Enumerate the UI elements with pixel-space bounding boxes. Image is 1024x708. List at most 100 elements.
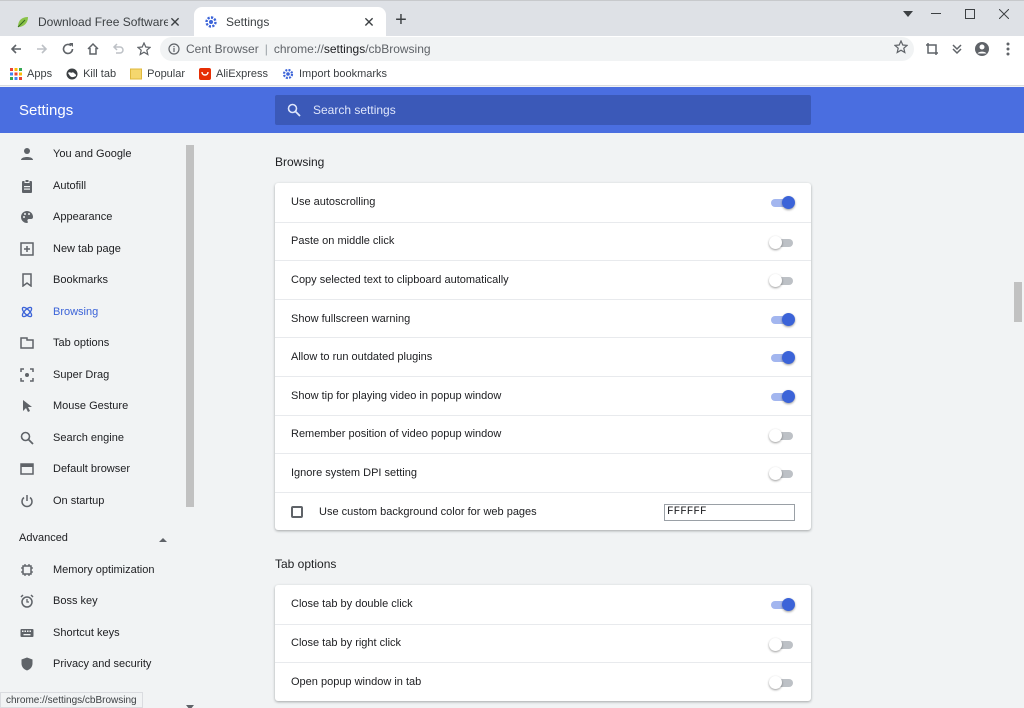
bookmark-label: Kill tab [83, 67, 117, 80]
sidebar-item-memory-optimization[interactable]: Memory optimization [0, 555, 184, 585]
use-autoscrolling-toggle[interactable] [771, 196, 795, 209]
setting-row[interactable]: Copy selected text to clipboard automati… [275, 260, 811, 299]
sidebar-scrollbar[interactable] [184, 133, 196, 708]
setting-row[interactable]: Open popup window in tab [275, 662, 811, 701]
setting-row[interactable]: Show fullscreen warning [275, 298, 811, 338]
globe-icon [66, 68, 78, 80]
setting-row[interactable]: Close tab by right click [275, 623, 811, 663]
back-icon[interactable] [6, 39, 26, 59]
setting-label: Show fullscreen warning [291, 312, 411, 325]
sidebar-item-tab-options[interactable]: Tab options [0, 328, 184, 358]
setting-label: Close tab by double click [291, 598, 413, 611]
fullscreen-warning-toggle[interactable] [771, 312, 795, 326]
sidebar-item-label: On startup [53, 495, 105, 507]
sidebar: You and Google Autofill Appearance New t… [0, 133, 184, 708]
sidebar-item-browsing[interactable]: Browsing [0, 297, 184, 327]
page-title: Settings [19, 102, 74, 119]
menu-icon[interactable] [998, 39, 1018, 59]
popup-in-tab-toggle[interactable] [769, 676, 795, 690]
search-input[interactable] [313, 103, 713, 117]
custom-bg-color-input[interactable] [664, 503, 795, 521]
sidebar-item-label: You and Google [53, 148, 132, 160]
sidebar-item-shortcut-keys[interactable]: Shortcut keys [0, 618, 184, 648]
sidebar-item-search-engine[interactable]: Search engine [0, 423, 184, 453]
sidebar-item-label: Bookmarks [53, 274, 109, 286]
crop-icon[interactable] [922, 39, 942, 59]
undo-close-tab-icon[interactable] [108, 39, 128, 59]
video-popup-tip-toggle[interactable] [771, 389, 795, 403]
sidebar-item-label: Search engine [53, 432, 124, 444]
sidebar-advanced-header[interactable]: Advanced [19, 532, 68, 544]
setting-row[interactable]: Remember position of video popup window [275, 414, 811, 454]
bookmark-aliexpress[interactable]: AliExpress [199, 67, 268, 80]
close-icon[interactable]: ✕ [362, 14, 376, 30]
tab-download-software[interactable]: Download Free Software for Win ✕ [6, 7, 192, 37]
setting-row[interactable]: Paste on middle click [275, 221, 811, 261]
new-tab-button[interactable]: + [392, 10, 410, 30]
star-icon[interactable] [134, 39, 154, 59]
tab-title: Download Free Software for Win [38, 15, 168, 29]
setting-row[interactable]: Close tab by double click [275, 585, 811, 624]
tab-search-icon[interactable] [898, 5, 918, 23]
sidebar-item-super-drag[interactable]: Super Drag [0, 360, 184, 390]
sidebar-item-on-startup[interactable]: On startup [0, 486, 184, 516]
bookmark-star-icon[interactable] [893, 39, 909, 57]
close-tab-right-click-toggle[interactable] [769, 637, 795, 651]
sidebar-item-appearance[interactable]: Appearance [0, 202, 184, 232]
ignore-dpi-toggle[interactable] [769, 467, 795, 481]
sidebar-item-mouse-gesture[interactable]: Mouse Gesture [0, 391, 184, 421]
close-tab-double-click-toggle[interactable] [771, 598, 795, 611]
reload-icon[interactable] [58, 39, 78, 59]
tab-settings[interactable]: Settings ✕ [194, 7, 386, 37]
sidebar-item-label: Shortcut keys [53, 627, 120, 639]
bookmark-apps[interactable]: Apps [10, 67, 52, 80]
custom-bg-checkbox[interactable] [291, 505, 303, 518]
main-scrollbar[interactable] [1012, 133, 1024, 708]
setting-row[interactable]: Allow to run outdated plugins [275, 337, 811, 376]
minimize-icon[interactable] [926, 5, 946, 23]
tab-strip: Download Free Software for Win ✕ Setting… [0, 0, 1024, 37]
url-prefix: Cent Browser [186, 42, 259, 56]
sidebar-item-you-and-google[interactable]: You and Google [0, 139, 184, 169]
sidebar-scrollbar-thumb[interactable] [186, 145, 194, 507]
setting-label: Remember position of video popup window [291, 428, 502, 441]
sidebar-item-default-browser[interactable]: Default browser [0, 454, 184, 484]
bookmark-label: Popular [147, 67, 186, 80]
paste-middle-click-toggle[interactable] [769, 235, 795, 249]
url-path: /cbBrowsing [365, 42, 431, 56]
outdated-plugins-toggle[interactable] [771, 351, 795, 365]
close-icon[interactable]: ✕ [168, 14, 182, 30]
maximize-icon[interactable] [960, 5, 980, 23]
keyboard-icon [20, 626, 34, 640]
apps-grid-icon [10, 67, 22, 80]
double-chevron-down-icon[interactable] [947, 39, 967, 59]
sidebar-item-bookmarks[interactable]: Bookmarks [0, 265, 184, 295]
setting-row[interactable]: Ignore system DPI setting [275, 453, 811, 492]
shield-icon [20, 657, 34, 671]
remember-video-popup-toggle[interactable] [769, 428, 795, 442]
sidebar-item-privacy-and-security[interactable]: Privacy and security [0, 649, 184, 679]
sidebar-item-boss-key[interactable]: Boss key [0, 586, 184, 616]
toolbar: Cent Browser | chrome://settings/cbBrows… [0, 36, 1024, 62]
bookmark-popular[interactable]: Popular [130, 68, 185, 80]
bookmark-label: AliExpress [216, 67, 268, 80]
address-bar[interactable]: Cent Browser | chrome://settings/cbBrows… [160, 37, 914, 61]
copy-selected-text-toggle[interactable] [769, 274, 795, 288]
home-icon[interactable] [83, 39, 103, 59]
bookmark-import[interactable]: Import bookmarks [282, 68, 387, 80]
setting-row[interactable]: Show tip for playing video in popup wind… [275, 375, 811, 415]
bookmark-kill-tab[interactable]: Kill tab [66, 68, 116, 80]
chevron-down-icon[interactable] [186, 700, 194, 708]
profile-icon[interactable] [972, 39, 992, 59]
main-scrollbar-thumb[interactable] [1014, 282, 1022, 322]
info-icon[interactable] [168, 43, 180, 55]
setting-row[interactable]: Use autoscrolling [275, 183, 811, 222]
chevron-up-icon[interactable] [158, 534, 168, 544]
setting-label: Use autoscrolling [291, 196, 376, 209]
sidebar-item-new-tab-page[interactable]: New tab page [0, 234, 184, 264]
search-box[interactable] [275, 95, 811, 125]
gear-icon [204, 15, 218, 29]
forward-icon[interactable] [32, 39, 52, 59]
window-close-icon[interactable] [994, 5, 1014, 23]
sidebar-item-autofill[interactable]: Autofill [0, 171, 184, 201]
